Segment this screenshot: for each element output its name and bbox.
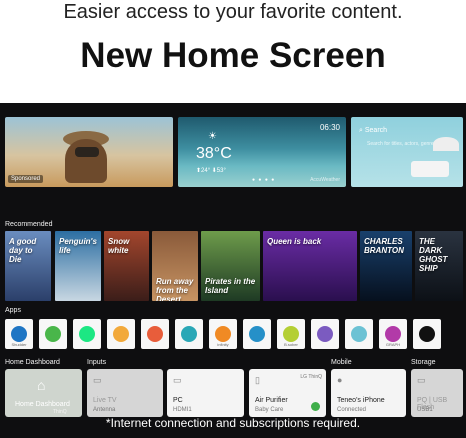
tv-home-screen: Sponsored ☀ 38°C ⬆24° ⬇53° 06:30 ● ● ● ●… [0,103,466,438]
recommended-title: CHARLES BRANTON [364,237,404,255]
recommended-tile[interactable]: Penguin's life [55,231,101,301]
dashboard-card[interactable]: ⌂ Home Dashboard ThinQ [5,369,82,417]
recommended-title: Pirates in the Island [205,277,256,295]
app-tile[interactable] [311,319,339,349]
recommended-title: Queen is back [267,237,322,246]
tv-icon: ▭ [93,375,102,385]
tagline: Easier access to your favorite content. [63,1,403,23]
m-icon [45,326,61,342]
dashboard-card-title: Home Dashboard [15,401,70,408]
recommended-tile[interactable]: Run away from the Desert [152,231,198,301]
recommended-tile[interactable]: THE DARK GHOST SHIP [415,231,463,301]
dashboard-card-subtitle: Antenna [93,407,116,413]
app-tile[interactable]: infinity [209,319,237,349]
dashboard-card-subtitle: ThinQ [53,409,67,415]
sponsored-badge: Sponsored [8,175,44,183]
umbrella-illustration [433,137,459,151]
temperature: 38°C [196,145,232,162]
dashboard-card-subtitle: Baby Care [255,407,284,413]
power-toggle-icon[interactable] [311,402,320,411]
sponsored-hero-card[interactable]: Sponsored [5,117,173,187]
app-tile[interactable] [413,319,441,349]
search-button[interactable]: ⌕ Search [359,127,387,135]
avatar-icon: ● [337,375,343,385]
sun-icon: ☀ [208,131,217,142]
binoculars-illustration [75,147,99,157]
recommended-title: A good day to Die [9,237,37,264]
app-tile[interactable] [39,319,67,349]
app-label: GRAPH [385,342,401,347]
weather-brand: AccuWeather [310,177,340,183]
graph-icon [385,326,401,342]
home-icon: ⌂ [37,377,46,393]
temperature-range: ⬆24° ⬇53° [196,168,226,174]
dashboard-card-subtitle: USB1 [417,407,433,413]
app-tile[interactable] [73,319,101,349]
dashboard-card[interactable]: ▭ Live TV Antenna [87,369,163,417]
recommended-title: Snow white [108,237,130,255]
dashboard-card-title: Teneo's iPhone [337,397,385,404]
app-tile[interactable] [345,319,373,349]
recommended-tile[interactable]: CHARLES BRANTON [360,231,412,301]
footnote: *Internet connection and subscriptions r… [105,416,361,430]
section-recommended: Recommended [5,221,53,228]
dashboard-card-subtitle: Connected [337,407,367,413]
cocktail-icon [181,326,197,342]
app-tile[interactable] [175,319,203,349]
clock: 06:30 [319,123,340,132]
recommended-title: Run away from the Desert [156,277,194,301]
dashboard-card[interactable]: ▭ PQ | USB Flash USB1 [411,369,463,417]
app-tile[interactable] [243,319,271,349]
search-label: Search [364,127,388,134]
app-tile[interactable] [107,319,135,349]
app-tile[interactable]: Shudder [5,319,33,349]
dashboard-card-subtitle: HDMI1 [173,407,192,413]
b-icon [283,326,299,342]
dashboard-card[interactable]: ▭ PC HDMI1 [167,369,244,417]
shudder-icon [11,326,27,342]
app-tile[interactable]: B.sober [277,319,305,349]
app-tile[interactable] [141,319,169,349]
weather-hero-card[interactable]: ☀ 38°C ⬆24° ⬇53° 06:30 ● ● ● ● AccuWeath… [178,117,346,187]
lounge-chair-illustration [411,161,449,177]
section-inputs: Inputs [87,359,107,366]
hulu-icon [79,326,95,342]
section-home-dashboard: Home Dashboard [5,359,60,366]
leaf-icon [249,326,265,342]
app-label: infinity [217,342,229,347]
dashboard-card-title: Live TV [93,397,117,404]
molecule-icon [317,326,333,342]
thinq-badge: LG ThinQ [300,374,322,380]
search-hero-card[interactable]: ⌕ Search Search for titles, actors, genr… [351,117,463,187]
dashboard-card[interactable]: ▯ Air Purifier Baby Care LG ThinQ [249,369,326,417]
app-m-icon [147,326,163,342]
recommended-title: THE DARK GHOST SHIP [419,237,448,273]
play-icon [419,326,435,342]
app-label: Shudder [11,342,27,347]
search-icon: ⌕ [359,127,363,134]
section-apps: Apps [5,307,21,314]
dashboard-card[interactable]: ● Teneo's iPhone Connected [331,369,406,417]
rings-icon [351,326,367,342]
infinity-icon [215,326,231,342]
section-mobile: Mobile [331,359,352,366]
app-z-icon [113,326,129,342]
dashboard-card-title: Air Purifier [255,397,288,404]
app-label: B.sober [284,342,298,347]
section-storage: Storage [411,359,436,366]
explorer-body [65,139,107,183]
app-tile[interactable]: GRAPH [379,319,407,349]
recommended-tile[interactable]: Queen is back [263,231,357,301]
recommended-tile[interactable]: Snow white [104,231,149,301]
dashboard-card-title: PC [173,397,183,404]
page-title: New Home Screen [80,36,386,75]
usb-icon: ▭ [417,375,426,385]
recommended-title: Penguin's life [59,237,97,255]
carousel-dots[interactable]: ● ● ● ● [252,177,275,183]
monitor-icon: ▭ [173,375,182,385]
recommended-tile[interactable]: A good day to Die [5,231,51,301]
purifier-icon: ▯ [255,375,260,385]
recommended-tile[interactable]: Pirates in the Island [201,231,260,301]
